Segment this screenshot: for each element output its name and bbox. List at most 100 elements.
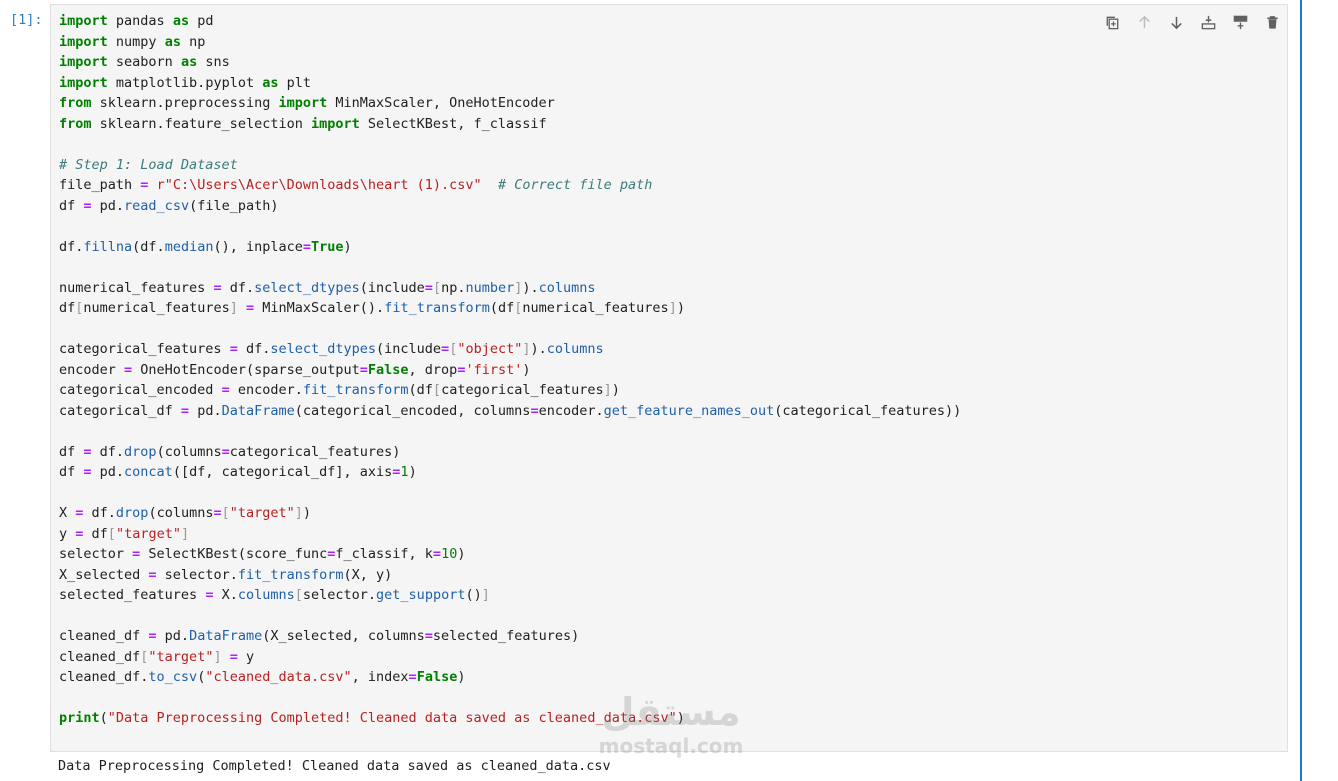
code-token: ) <box>457 546 466 562</box>
code-token: df. <box>59 238 84 255</box>
code-token: = <box>359 361 368 378</box>
code-token: get_feature_names_out <box>603 402 775 419</box>
code-token: encoder. <box>229 382 303 398</box>
code-token: (X_selected, columns <box>262 628 425 644</box>
code-token: False <box>367 361 409 378</box>
code-token: ) <box>302 505 312 521</box>
code-token: categorical_features <box>441 382 604 398</box>
code-line: import matplotlib.pyplot as plt <box>59 73 961 94</box>
code-token: = <box>83 443 92 460</box>
code-token: plt <box>278 74 311 91</box>
code-line: y = df["target"] <box>59 524 961 545</box>
code-line: print("Data Preprocessing Completed! Cle… <box>59 708 961 729</box>
code-token: df <box>59 197 84 214</box>
code-token: , drop <box>408 361 458 378</box>
code-token: y <box>59 525 76 542</box>
code-token: = <box>441 341 450 357</box>
code-token: (columns <box>148 505 214 521</box>
code-token: columns <box>237 587 295 603</box>
move-cell-down-button[interactable] <box>1160 12 1192 32</box>
code-token: from <box>59 95 92 111</box>
code-line: categorical_features = df.select_dtypes(… <box>59 339 961 360</box>
code-token: = <box>180 402 190 419</box>
code-token: (df <box>489 300 515 316</box>
code-token: [ <box>432 382 442 398</box>
code-token: select_dtypes <box>270 341 377 357</box>
code-editor[interactable]: import pandas as pd import numpy as np imp… <box>50 4 1288 752</box>
code-line: df = pd.read_csv(file_path) <box>59 196 961 217</box>
code-token: y <box>237 648 255 665</box>
code-token: 10 <box>441 546 458 562</box>
insert-cell-above-button[interactable] <box>1192 12 1224 32</box>
code-token: = <box>83 464 92 480</box>
code-token: [ <box>294 587 303 603</box>
code-line: import pandas as pd <box>59 11 961 32</box>
code-token: (df <box>408 382 433 398</box>
code-token: # Correct file path <box>497 177 653 193</box>
code-token: ) <box>676 300 685 316</box>
code-token: = <box>408 669 417 685</box>
code-token: selector <box>59 546 133 562</box>
code-token: pd. <box>91 464 125 480</box>
code-token: (df. <box>132 238 165 255</box>
code-token: [ <box>107 525 116 542</box>
duplicate-cell-button[interactable] <box>1096 12 1128 32</box>
code-token: ) <box>457 669 466 685</box>
code-token: import <box>59 13 108 29</box>
code-token: () <box>465 587 482 603</box>
code-token: numpy <box>107 33 165 50</box>
code-token: # Step 1: Load Dataset <box>59 156 238 173</box>
code-token: select_dtypes <box>254 279 360 296</box>
code-token: ). <box>530 341 547 357</box>
code-token: (categorical_features)) <box>774 402 962 419</box>
code-token: True <box>311 238 344 255</box>
code-token: categorical_df <box>59 402 181 419</box>
code-token: encoder. <box>538 402 604 419</box>
code-token: selector. <box>302 587 377 603</box>
code-line: file_path = r"C:\Users\Acer\Downloads\he… <box>59 175 961 196</box>
code-line: df = df.drop(columns=categorical_feature… <box>59 442 961 463</box>
delete-cell-button[interactable] <box>1256 12 1288 32</box>
code-token: print <box>59 710 100 726</box>
code-token: ( <box>99 710 108 726</box>
code-token: = <box>302 238 312 255</box>
move-cell-up-button[interactable] <box>1128 12 1160 32</box>
code-cell[interactable]: [1]: import pandas as pd import numpy as … <box>0 0 1300 781</box>
code-token: = <box>124 361 133 378</box>
code-line: numerical_features = df.select_dtypes(in… <box>59 278 961 299</box>
code-content[interactable]: import pandas as pd import numpy as np imp… <box>59 11 961 729</box>
code-token: SelectKBest, f_classif <box>359 115 547 132</box>
code-line: categorical_df = pd.DataFrame(categorica… <box>59 401 961 422</box>
code-token: seaborn <box>107 54 181 70</box>
insert-above-icon <box>1201 15 1215 29</box>
code-token: [ <box>221 505 230 521</box>
code-token: selected_features) <box>432 628 580 644</box>
code-token: df <box>59 443 84 460</box>
code-token: ] <box>522 341 531 357</box>
insert-cell-below-button[interactable] <box>1224 12 1256 32</box>
code-token: ([df, categorical_df], axis <box>172 464 393 480</box>
code-token: import <box>310 115 360 132</box>
insert-below-icon <box>1233 15 1247 29</box>
code-token: DataFrame <box>221 402 295 419</box>
code-line: import seaborn as sns <box>59 52 961 73</box>
code-token: as <box>262 74 279 91</box>
code-token: "object" <box>457 341 523 357</box>
code-token: as <box>180 54 198 70</box>
code-token: ) <box>676 710 685 726</box>
code-token: import <box>59 74 108 91</box>
code-token: df. <box>221 279 255 296</box>
code-token: selected_features <box>59 587 206 603</box>
code-token: number <box>465 279 515 296</box>
code-token: sklearn.preprocessing <box>91 95 279 111</box>
code-token: np. <box>441 279 466 296</box>
code-line: X = df.drop(columns=["target"]) <box>59 503 961 524</box>
code-token: "target" <box>115 525 181 542</box>
code-token: concat <box>124 464 173 480</box>
code-token: df <box>59 300 76 316</box>
